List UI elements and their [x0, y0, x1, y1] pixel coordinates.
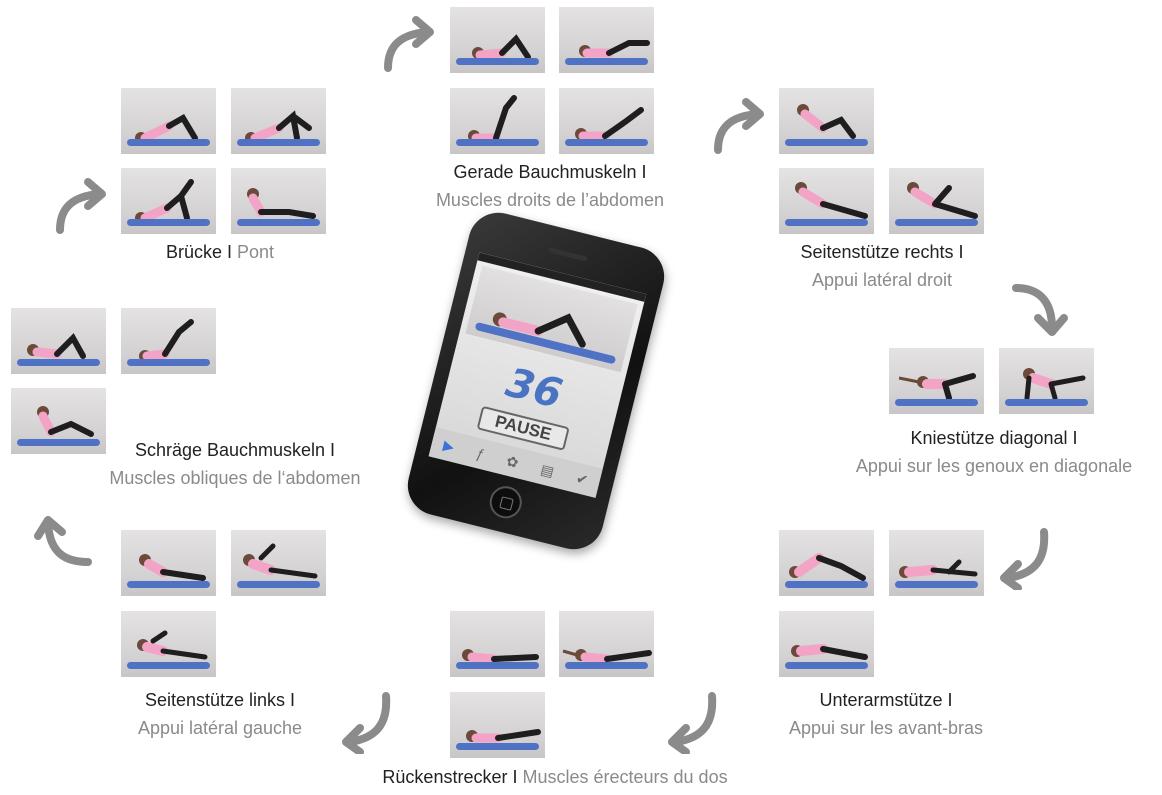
exercise-photo — [889, 168, 984, 234]
curved-arrow-icon — [1012, 284, 1068, 336]
label-knie-fr: Appui sur les genoux en diagonale — [855, 456, 1133, 476]
exercise-photo — [889, 348, 984, 414]
exercise-photo — [121, 530, 216, 596]
exercise-photo — [121, 88, 216, 154]
curved-arrow-icon — [1000, 528, 1049, 590]
label-seiten-rechts-de: Seitenstütze rechts I — [800, 242, 964, 262]
home-button[interactable] — [486, 482, 526, 522]
exercise-photo — [450, 88, 545, 154]
exercise-photo — [450, 7, 545, 73]
label-gerade-de: Gerade Bauchmuskeln I — [453, 162, 647, 182]
curved-arrow-icon — [56, 178, 106, 234]
label-knie: Kniestütze diagonal I Appui sur les geno… — [830, 426, 1158, 478]
curved-arrow-icon — [34, 516, 92, 566]
label-seiten-links-fr: Appui latéral gauche — [137, 718, 303, 738]
label-bruecke: Brücke I Pont — [100, 240, 340, 264]
exercise-photo — [11, 308, 106, 374]
checkmark-icon[interactable]: ✔ — [574, 469, 590, 488]
curved-arrow-icon — [384, 16, 434, 72]
label-knie-de: Kniestütze diagonal I — [910, 428, 1078, 448]
label-bruecke-fr: Pont — [237, 242, 275, 262]
label-ruecken-fr: Muscles érecteurs du dos — [522, 767, 728, 787]
phone-screen: 36 PAUSE ▶ ƒ ✿ ▤ ✔ — [428, 252, 647, 498]
function-icon[interactable]: ƒ — [475, 445, 486, 462]
curved-arrow-icon — [668, 692, 717, 754]
label-seiten-links-de: Seitenstütze links I — [144, 690, 296, 710]
label-schraege-de: Schräge Bauchmuskeln I — [134, 440, 336, 460]
phone-speaker — [547, 247, 588, 262]
exercise-photo — [231, 88, 326, 154]
label-seiten-rechts-fr: Appui latéral droit — [811, 270, 953, 290]
exercise-photo — [121, 168, 216, 234]
exercise-photo — [231, 168, 326, 234]
exercise-photo — [779, 611, 874, 677]
exercise-photo — [559, 7, 654, 73]
label-schraege: Schräge Bauchmuskeln I Muscles obliques … — [80, 438, 390, 490]
gear-icon[interactable]: ✿ — [505, 452, 520, 471]
smartphone: 36 PAUSE ▶ ƒ ✿ ▤ ✔ — [401, 206, 671, 556]
label-ruecken: Rückenstrecker I Muscles érecteurs du do… — [320, 765, 790, 789]
exercise-photo — [231, 530, 326, 596]
curved-arrow-icon — [342, 692, 391, 754]
exercise-photo — [450, 611, 545, 677]
exercise-photo — [999, 348, 1094, 414]
label-seiten-rechts: Seitenstütze rechts I Appui latéral droi… — [752, 240, 1012, 292]
exercise-photo — [779, 168, 874, 234]
exercise-photo — [559, 88, 654, 154]
label-unterarm: Unterarmstütze I Appui sur les avant-bra… — [756, 688, 1016, 740]
label-gerade-fr: Muscles droits de l’abdomen — [435, 190, 665, 210]
exercise-photo — [889, 530, 984, 596]
exercise-photo — [779, 88, 874, 154]
label-ruecken-de: Rückenstrecker I — [382, 767, 518, 787]
exercise-photo — [121, 611, 216, 677]
label-unterarm-de: Unterarmstütze I — [819, 690, 953, 710]
exercise-photo — [121, 308, 216, 374]
exercise-photo — [559, 611, 654, 677]
exercise-photo — [779, 530, 874, 596]
label-schraege-fr: Muscles obliques de l‘abdomen — [109, 468, 361, 488]
label-bruecke-de: Brücke I — [165, 242, 232, 262]
list-icon[interactable]: ▤ — [539, 461, 556, 481]
label-seiten-links: Seitenstütze links I Appui latéral gauch… — [100, 688, 340, 740]
label-gerade: Gerade Bauchmuskeln I Muscles droits de … — [400, 160, 700, 212]
exercise-photo — [450, 692, 545, 758]
curved-arrow-icon — [714, 98, 764, 154]
play-icon[interactable]: ▶ — [442, 436, 456, 455]
label-unterarm-fr: Appui sur les avant-bras — [788, 718, 984, 738]
